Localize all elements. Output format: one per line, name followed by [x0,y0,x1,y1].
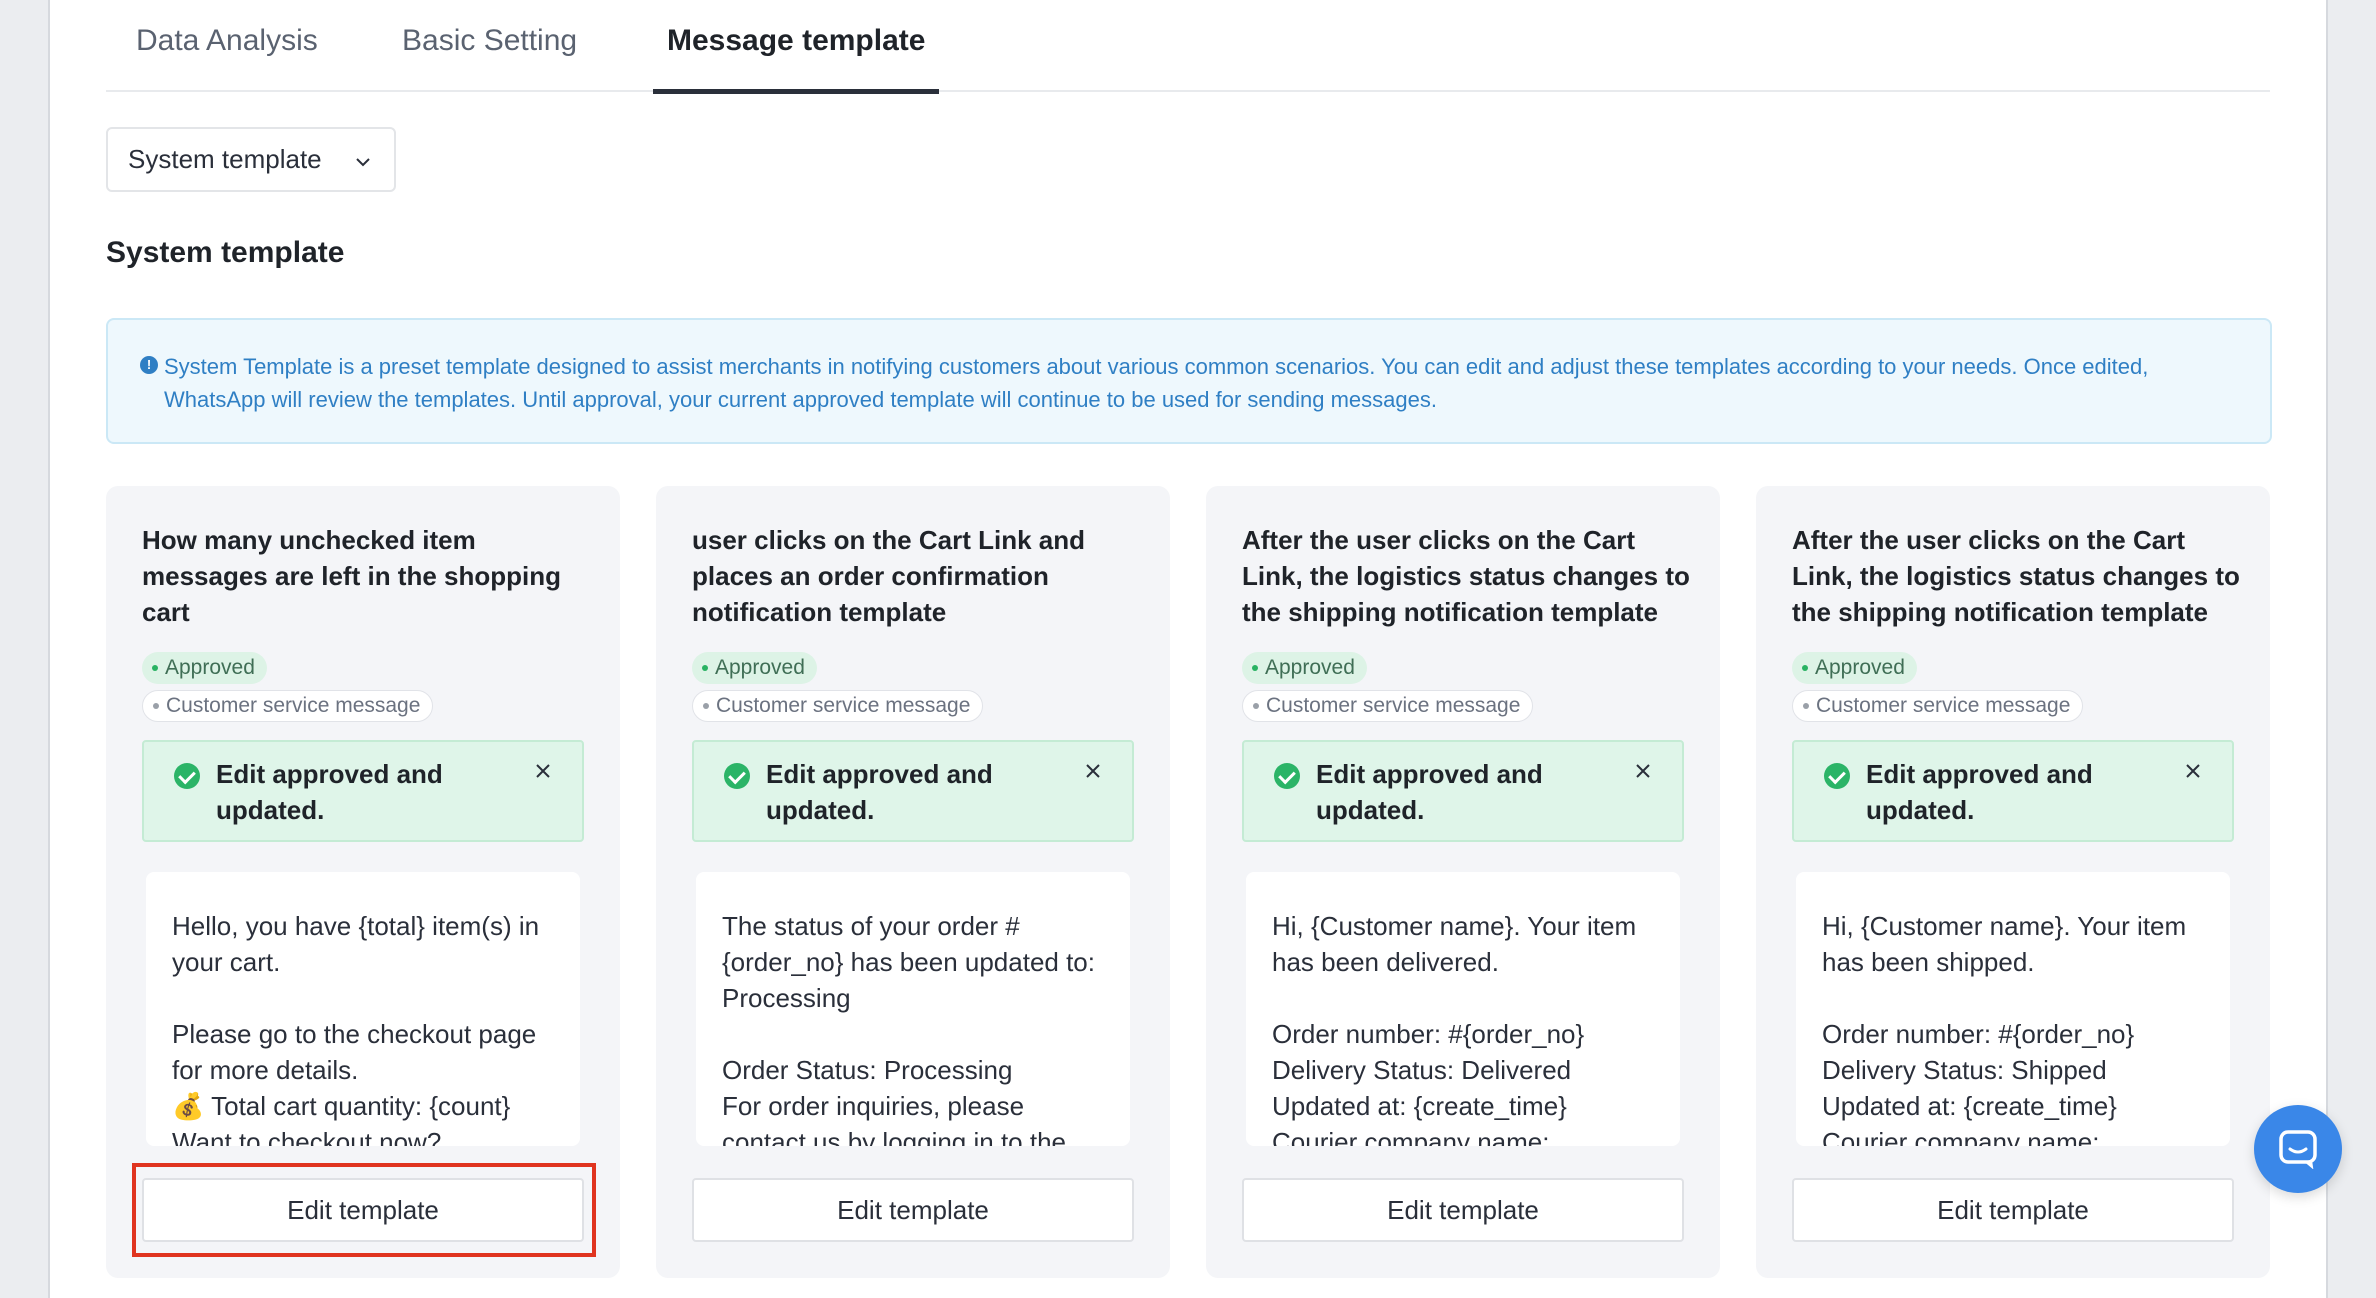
message-preview: Hello, you have {total} item(s) in your … [146,872,580,1146]
category-badge-label: Customer service message [166,694,421,717]
message-preview-text: Hi, {Customer name}. Your item has been … [1272,911,1637,1146]
status-badge: Approved [1792,652,1917,684]
category-dot-icon [1803,703,1809,709]
info-notice-text: System Template is a preset template des… [164,354,2149,412]
message-preview: The status of your order #{order_no} has… [696,872,1130,1146]
template-type-select[interactable]: System template [106,127,396,192]
info-notice: ! System Template is a preset template d… [106,318,2272,444]
check-circle-icon [724,763,750,789]
check-circle-icon [1274,763,1300,789]
category-badge: Customer service message [1242,690,1534,722]
category-badge: Customer service message [1792,690,2084,722]
check-circle-icon [174,763,200,789]
close-icon[interactable] [2182,760,2204,782]
status-badge-label: Approved [1815,656,1905,679]
status-dot-icon [152,665,158,671]
chevron-down-icon [356,158,370,167]
template-card: How many unchecked item messages are lef… [106,486,620,1278]
close-icon[interactable] [1082,760,1104,782]
edit-template-button[interactable]: Edit template [142,1178,584,1242]
category-badge-label: Customer service message [1816,694,2071,717]
success-alert-text: Edit approved and updated. [1866,759,2093,825]
status-dot-icon [702,665,708,671]
close-icon[interactable] [532,760,554,782]
edit-template-button[interactable]: Edit template [1792,1178,2234,1242]
edit-template-button[interactable]: Edit template [692,1178,1134,1242]
template-card-title: user clicks on the Cart Link and places … [692,525,1085,627]
category-dot-icon [153,703,159,709]
message-preview: Hi, {Customer name}. Your item has been … [1246,872,1680,1146]
template-type-select-value: System template [128,144,322,174]
status-badge-label: Approved [165,656,255,679]
success-alert: Edit approved and updated. [692,740,1134,842]
category-badge: Customer service message [142,690,434,722]
success-alert-text: Edit approved and updated. [766,759,993,825]
section-title: System template [106,236,345,269]
message-preview-text: Hello, you have {total} item(s) in your … [172,911,540,1146]
status-badge: Approved [692,652,817,684]
close-icon[interactable] [1632,760,1654,782]
template-card-title: After the user clicks on the Cart Link, … [1242,525,1690,627]
chat-launcher-button[interactable] [2254,1105,2342,1193]
tab-data-analysis[interactable]: Data Analysis [136,0,318,92]
message-preview: Hi, {Customer name}. Your item has been … [1796,872,2230,1146]
tab-bar: Data Analysis Basic Setting Message temp… [106,0,2270,94]
template-card-title: How many unchecked item messages are lef… [142,525,561,627]
status-badge: Approved [1242,652,1367,684]
success-alert: Edit approved and updated. [1792,740,2234,842]
message-preview-text: The status of your order #{order_no} has… [722,911,1095,1146]
status-dot-icon [1252,665,1258,671]
template-card: After the user clicks on the Cart Link, … [1756,486,2270,1278]
message-preview-text: Hi, {Customer name}. Your item has been … [1822,911,2187,1146]
status-dot-icon [1802,665,1808,671]
status-badge-label: Approved [1265,656,1355,679]
edit-template-button[interactable]: Edit template [1242,1178,1684,1242]
category-dot-icon [1253,703,1259,709]
success-alert: Edit approved and updated. [142,740,584,842]
status-badge-label: Approved [715,656,805,679]
template-card-title: After the user clicks on the Cart Link, … [1792,525,2240,627]
category-badge: Customer service message [692,690,984,722]
status-badge: Approved [142,652,267,684]
success-alert-text: Edit approved and updated. [216,759,443,825]
success-alert: Edit approved and updated. [1242,740,1684,842]
success-alert-text: Edit approved and updated. [1316,759,1543,825]
template-card: user clicks on the Cart Link and places … [656,486,1170,1278]
tab-message-template[interactable]: Message template [652,0,940,94]
tab-basic-setting[interactable]: Basic Setting [402,0,577,92]
check-circle-icon [1824,763,1850,789]
category-dot-icon [703,703,709,709]
category-badge-label: Customer service message [716,694,971,717]
chat-bubble-icon [2279,1130,2317,1169]
info-icon: ! [140,356,158,374]
category-badge-label: Customer service message [1266,694,1521,717]
template-card: After the user clicks on the Cart Link, … [1206,486,1720,1278]
